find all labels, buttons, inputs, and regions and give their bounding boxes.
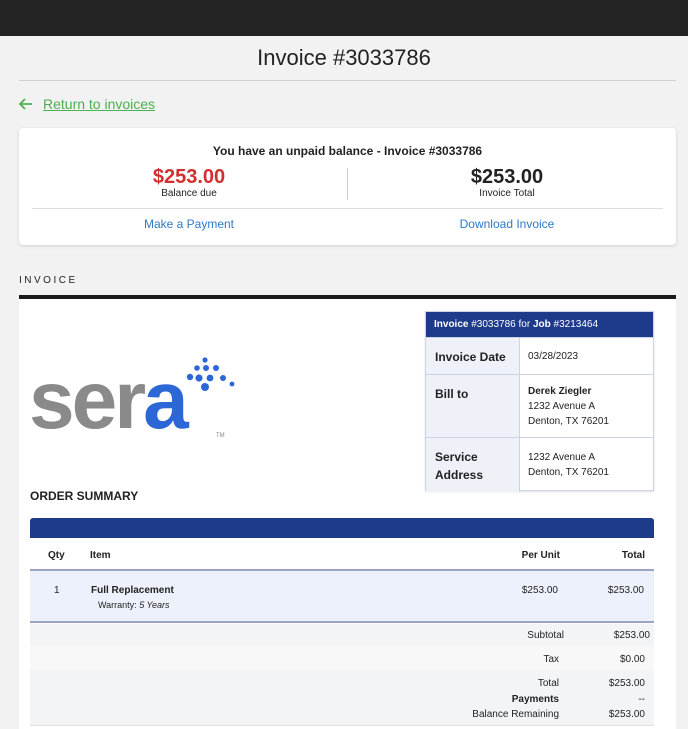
col-qty: Qty [48,550,65,561]
return-to-invoices-link[interactable]: Return to invoices [19,96,155,112]
balance-due-amount: $253.00 [152,166,226,188]
bill-to-label: Bill to [426,375,520,437]
invoice-info-header: Invoice #3033786 for Job #3213464 [426,312,653,337]
invoice-info-box: Invoice #3033786 for Job #3213464 Invoic… [425,311,654,492]
return-link-label: Return to invoices [43,96,156,112]
row-total: $253.00 [607,585,644,596]
payments-value: -- [638,694,645,705]
invoice-date-label: Invoice Date [426,338,520,374]
logo-trademark: TM [216,433,225,439]
invoice-date-row: Invoice Date 03/28/2023 [426,337,653,374]
subtotal-label: Subtotal [527,630,564,641]
totals-block: Total $253.00 Payments -- Balance Remain… [30,670,654,726]
tax-label: Tax [543,654,559,665]
bill-to-value: Derek Ziegler 1232 Avenue A Denton, TX 7… [528,384,609,429]
sera-logo: sera TM [29,354,249,449]
top-app-bar [0,0,688,36]
col-item: Item [90,550,111,561]
balance-remaining-value: $253.00 [608,709,645,720]
make-payment-link[interactable]: Make a Payment [31,217,347,231]
service-address-row: Service Address 1232 Avenue A Denton, TX… [426,437,653,492]
amount-divider [347,168,348,200]
page-title: Invoice #3033786 [257,45,431,70]
service-line2: Denton, TX 76201 [528,467,609,478]
invoice-section-label: INVOICE [19,275,78,286]
service-line1: 1232 Avenue A [528,452,596,463]
order-summary-title: ORDER SUMMARY [30,489,139,503]
total-value: $253.00 [608,678,645,689]
service-address-value: 1232 Avenue A Denton, TX 76201 [528,450,609,480]
unpaid-balance-headline: You have an unpaid balance - Invoice #30… [212,144,483,158]
invoice-total-label: Invoice Total [479,188,535,199]
card-divider [32,208,663,209]
invoice-total-block: $253.00 Invoice Total [349,166,665,199]
order-table-header: Qty Item Per Unit Total [30,538,654,571]
payments-label: Payments [511,694,559,705]
subtotal-value: $253.00 [613,630,650,641]
download-invoice-link[interactable]: Download Invoice [349,217,665,231]
invoice-date-value: 03/28/2023 [528,351,579,362]
arrow-left-icon [19,98,32,110]
col-total: Total [621,550,645,561]
bill-to-row: Bill to Derek Ziegler 1232 Avenue A Dent… [426,374,653,437]
title-divider [19,80,676,81]
bill-to-line1: 1232 Avenue A [528,401,596,412]
invoice-document: sera TM Invoice #3033786 for Job #321346… [19,295,676,729]
row-item-name: Full Replacement [91,585,174,596]
col-per-unit: Per Unit [521,550,560,561]
total-label: Total [537,678,559,689]
bill-to-line2: Denton, TX 76201 [528,416,609,427]
row-per-unit: $253.00 [521,585,558,596]
bill-to-name: Derek Ziegler [528,386,592,397]
tax-row: Tax $0.00 [30,646,654,670]
subtotal-row: Subtotal $253.00 [30,624,654,646]
table-row: 1 Full Replacement Warranty: 5 Years $25… [30,571,654,623]
logo-wordmark: sera [29,355,189,446]
unpaid-balance-card: You have an unpaid balance - Invoice #30… [19,128,676,245]
row-warranty: Warranty: 5 Years [98,600,170,610]
invoice-total-amount: $253.00 [470,166,544,188]
order-table-bar [30,518,654,538]
balance-due-block: $253.00 Balance due [31,166,347,199]
row-qty: 1 [54,585,60,596]
tax-value: $0.00 [619,654,645,665]
balance-due-label: Balance due [161,188,217,199]
balance-remaining-label: Balance Remaining [472,709,559,720]
service-address-label: Service Address [426,438,520,492]
